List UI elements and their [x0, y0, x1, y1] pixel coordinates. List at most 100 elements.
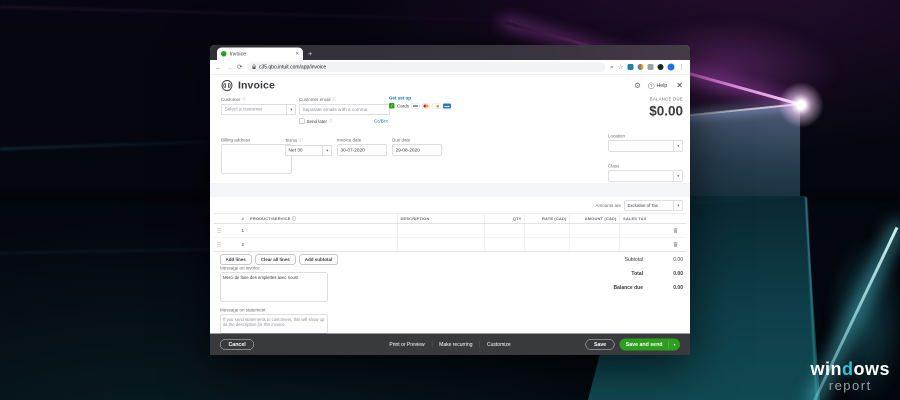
sales-tax-cell[interactable]: [619, 223, 665, 237]
print-or-preview-link[interactable]: Print or Preview: [389, 342, 424, 348]
add-lines-button[interactable]: Add lines: [220, 254, 252, 265]
footer-right-actions: Save Save and send ▾: [585, 338, 680, 351]
message-on-invoice-label: Message on invoice: [220, 265, 260, 271]
address-bar[interactable]: c35.qbo.intuit.com/app/invoice: [246, 62, 606, 72]
billing-address-group: Billing address: [221, 138, 292, 174]
browser-window: Invoice ✕ + ← → ⟳ c35.qbo.intuit.com/app…: [210, 45, 690, 355]
new-tab-button[interactable]: +: [308, 50, 312, 59]
help-button[interactable]: ? Help: [647, 82, 667, 89]
profile-avatar[interactable]: [667, 63, 675, 71]
send-later-checkbox[interactable]: [299, 118, 305, 124]
terms-label: Terms ⓘ: [285, 137, 303, 143]
line-item-row: 2: [214, 237, 687, 252]
extension-icon[interactable]: [647, 64, 654, 70]
extension-icon[interactable]: [627, 64, 634, 70]
subtotal-row: Subtotal 0.00: [624, 256, 683, 263]
invoice-date-input[interactable]: [337, 144, 387, 156]
terms-select[interactable]: Net 30 ▾: [285, 145, 332, 156]
message-on-invoice-textarea[interactable]: Merci de faire des emplettes avec nous!: [220, 272, 328, 302]
line-number: 1: [241, 227, 244, 233]
billing-address-field[interactable]: [221, 144, 292, 174]
url-text: c35.qbo.intuit.com/app/invoice: [258, 64, 327, 70]
rate-cell[interactable]: [524, 223, 570, 237]
drag-handle[interactable]: [214, 238, 229, 252]
clear-all-lines-button[interactable]: Clear all lines: [255, 254, 296, 265]
forward-icon[interactable]: →: [226, 63, 233, 71]
location-group: Location ▾: [608, 134, 683, 152]
cards-checkbox[interactable]: ✓: [389, 103, 395, 109]
bookmark-star-icon[interactable]: ☆: [618, 63, 624, 71]
reload-icon[interactable]: ⟳: [237, 63, 242, 71]
customer-email-input[interactable]: [299, 104, 390, 115]
back-icon[interactable]: ←: [215, 63, 222, 71]
extension-icon[interactable]: [637, 64, 644, 70]
tab-title: Invoice: [229, 50, 247, 57]
send-later-label: Send later: [306, 118, 328, 124]
line-actions: Add lines Clear all lines Add subtotal: [220, 254, 338, 265]
product-service-cell[interactable]: [247, 224, 397, 238]
get-set-up-link[interactable]: Get set up: [389, 96, 451, 101]
section-divider-band: [210, 183, 690, 197]
info-icon: ⓘ: [298, 138, 303, 143]
delete-line-button[interactable]: [665, 224, 687, 238]
class-select[interactable]: ▾: [608, 170, 683, 182]
search-icon[interactable]: ⌕: [610, 63, 614, 71]
product-service-cell[interactable]: [247, 238, 397, 252]
sales-tax-cell[interactable]: [619, 237, 665, 251]
terms-group: Terms ⓘ Net 30 ▾: [285, 137, 332, 156]
tab-close-icon[interactable]: ✕: [295, 51, 299, 57]
footer-divider: [431, 341, 433, 348]
description-cell[interactable]: [397, 237, 485, 251]
add-subtotal-button[interactable]: Add subtotal: [299, 254, 338, 265]
delete-line-button[interactable]: [665, 238, 687, 252]
sales-tax-column-header: SALES TAX: [619, 214, 665, 223]
message-on-statement-label: Message on statement: [220, 307, 266, 313]
page-title: Invoice: [238, 79, 275, 92]
drag-handle[interactable]: [214, 224, 229, 238]
class-group: Class ▾: [608, 164, 683, 182]
make-recurring-link[interactable]: Make recurring: [439, 342, 472, 348]
amex-card-icon: [443, 103, 452, 109]
drag-dots-icon: [217, 241, 221, 247]
balance-due-group: BALANCE DUE $0.00: [649, 97, 683, 120]
close-icon[interactable]: ✕: [676, 81, 683, 91]
windows-report-watermark: windows report: [810, 360, 890, 392]
totals-summary: Subtotal 0.00 Total 0.00 Balance due 0.0…: [558, 253, 683, 295]
save-and-send-button[interactable]: Save and send ▾: [619, 338, 680, 351]
location-select[interactable]: ▾: [608, 140, 683, 152]
customer-select[interactable]: Select a customer ▾: [221, 104, 296, 115]
rate-cell[interactable]: [524, 237, 570, 251]
cancel-button[interactable]: Cancel: [220, 339, 255, 350]
cc-bcc-link[interactable]: Cc/Bcc: [374, 119, 388, 124]
amounts-are-select[interactable]: Exclusive of Tax ▾: [624, 200, 683, 211]
product-service-column-header: PRODUCT/SERVICE ⓘ: [250, 216, 297, 221]
save-button[interactable]: Save: [585, 339, 615, 350]
quickbooks-logo-icon: [221, 80, 233, 91]
actions-column-header: [665, 214, 687, 223]
invoice-date-group: Invoice date: [337, 138, 387, 156]
rate-column-header: RATE (CAD): [524, 214, 570, 223]
num-column-header: #: [241, 216, 244, 221]
line-item-row: 1: [214, 223, 687, 238]
payments-setup-group: Get set up ✓ Cards: [389, 96, 452, 109]
customize-link[interactable]: Customize: [487, 342, 511, 348]
toolbar-right-icons: ⌕ ☆ ⋮: [610, 63, 685, 71]
amount-cell[interactable]: [569, 223, 620, 237]
qty-cell[interactable]: [484, 237, 525, 251]
extension-icon[interactable]: [657, 64, 664, 70]
balance-due-row: Balance due 0.00: [613, 284, 683, 291]
due-date-input[interactable]: [392, 144, 442, 156]
drag-dots-icon: [217, 227, 221, 233]
customer-email-label: Customer email ⓘ: [299, 96, 337, 102]
quickbooks-favicon-icon: [221, 51, 227, 57]
cards-label: Cards: [397, 103, 410, 109]
qty-cell[interactable]: [484, 223, 525, 237]
description-cell[interactable]: [397, 223, 485, 237]
browser-menu-icon[interactable]: ⋮: [679, 63, 686, 71]
gear-icon[interactable]: ⚙: [634, 81, 641, 91]
message-on-statement-textarea[interactable]: [220, 314, 328, 334]
class-label: Class: [608, 163, 620, 169]
amount-cell[interactable]: [569, 237, 620, 251]
browser-tab[interactable]: Invoice ✕: [217, 47, 303, 60]
info-icon: ⓘ: [332, 97, 337, 102]
